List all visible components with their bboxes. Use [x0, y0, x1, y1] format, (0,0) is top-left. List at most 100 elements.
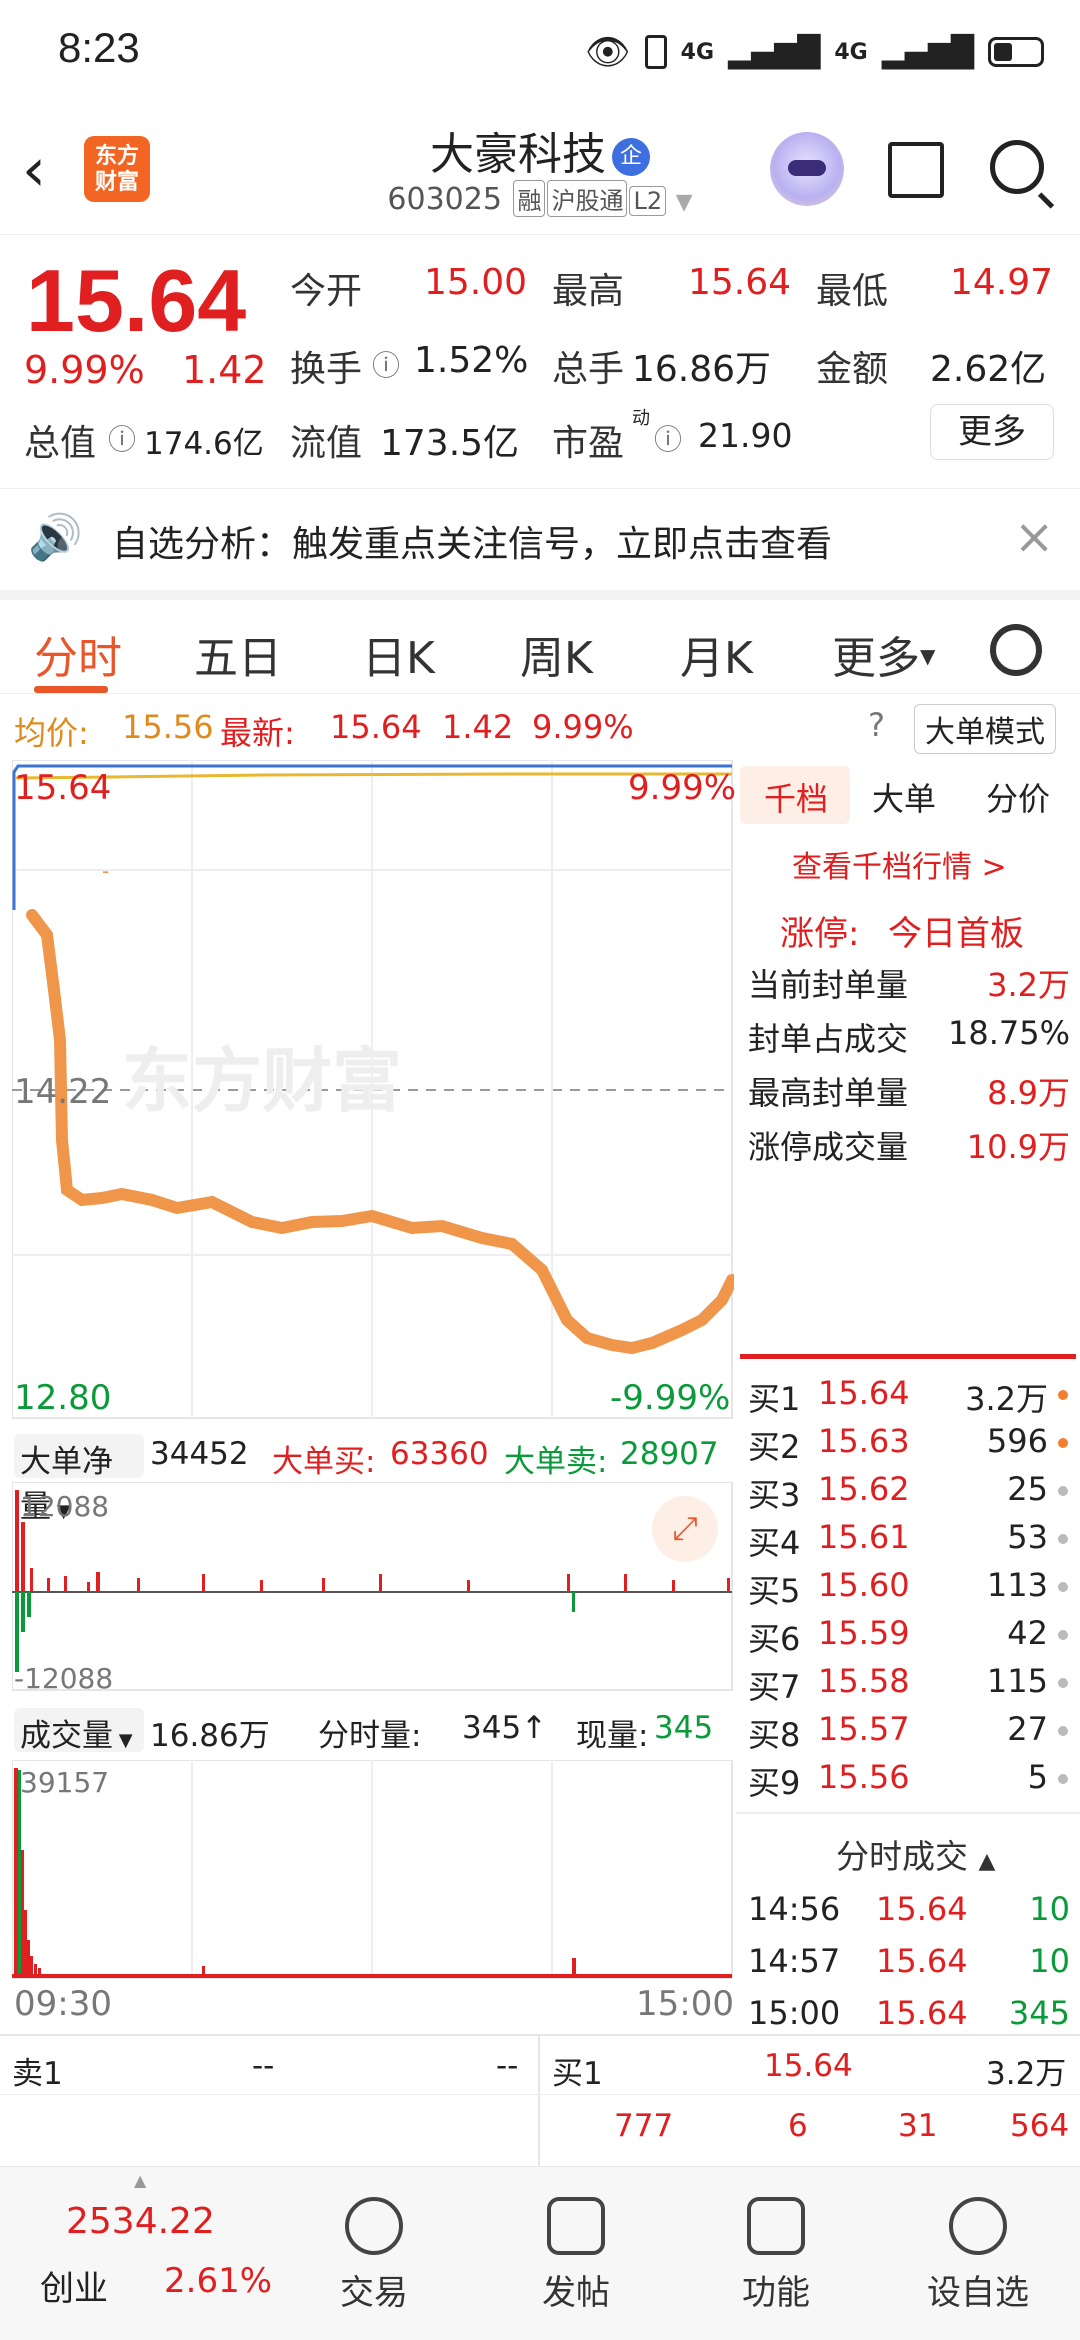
volume-chart [12, 1760, 733, 1979]
stat-label: 封单占成交 [748, 1020, 909, 1058]
bid-label: 买6 [748, 1620, 801, 1658]
speaker-icon: 🔊 [28, 512, 83, 563]
volume-label: 总手 [552, 349, 625, 390]
nav-add-watchlist[interactable]: 设自选 [898, 2197, 1058, 2314]
more-quote-button[interactable]: 更多 [930, 404, 1054, 460]
avg-price-line [15, 772, 732, 780]
volume-selector[interactable]: 成交量 ▼ [14, 1708, 144, 1754]
ai-assistant-icon[interactable] [770, 132, 844, 206]
intraday-chart[interactable]: 东方财富 - [12, 760, 734, 1420]
divider [0, 2034, 1080, 2036]
index-value[interactable]: 2534.22 [66, 2201, 215, 2242]
expand-icon[interactable]: ⤢ [652, 1496, 718, 1562]
bid-row[interactable]: 买7 15.58 115 [748, 1662, 1074, 1710]
bid-volume: 115 [986, 1662, 1048, 1700]
bid-list[interactable]: 买1 15.64 3.2万 买2 15.63 596 买3 15.62 25 买4 15.61 53 买… [736, 1374, 1080, 1810]
tab-intraday[interactable]: 分时 [34, 622, 122, 686]
arrow-up-icon: ↑ [521, 1710, 548, 1746]
index-name[interactable]: 创业 [40, 2261, 108, 2310]
tab-weekly-k[interactable]: 周K [520, 622, 593, 686]
bid-dot [1058, 1390, 1068, 1400]
bid-price: 15.59 [818, 1614, 910, 1652]
tick-row: 14:57 15.64 10 [748, 1942, 1074, 1990]
bid-row[interactable]: 买6 15.59 42 [748, 1614, 1074, 1662]
help-icon[interactable]: ? [868, 706, 885, 744]
enterprise-badge: 企 [612, 138, 650, 176]
tab-big-orders[interactable]: 大单 [872, 774, 936, 820]
bid-row[interactable]: 买4 15.61 53 [748, 1518, 1074, 1566]
market-cap-value: 174.6亿 [144, 426, 264, 462]
bid-row[interactable]: 买1 15.64 3.2万 [748, 1374, 1074, 1422]
fs-volume-value: 345↑ [462, 1710, 547, 1746]
caret-down-icon: ▼ [920, 644, 936, 668]
now-volume-value: 345 [654, 1710, 714, 1746]
latest-change: 1.42 [442, 708, 514, 746]
tab-more[interactable]: 更多▼ [832, 622, 935, 686]
bid-label: 买1 [748, 1380, 801, 1418]
caret-down-icon: ▼ [113, 1730, 133, 1751]
bid-dot [1058, 1678, 1068, 1688]
buy1-volume: 3.2万 [986, 2056, 1067, 2092]
gear-icon[interactable] [990, 624, 1042, 676]
chevron-down-icon: ▼ [675, 190, 693, 215]
chart-watermark: 东方财富 [122, 1040, 402, 1122]
nav-trade[interactable]: 交易 [294, 2197, 454, 2314]
open-value: 15.00 [424, 262, 528, 303]
nav-add-watchlist-label: 设自选 [927, 2273, 1029, 2313]
view-depth-link[interactable]: 查看千档行情 > [792, 842, 1007, 886]
bid-volume: 25 [1007, 1470, 1048, 1508]
ticks-title[interactable]: 分时成交 ▲ [836, 1830, 995, 1878]
open-label: 今开 [290, 271, 363, 312]
bid-label: 买3 [748, 1476, 801, 1514]
bid-row[interactable]: 买8 15.57 27 [748, 1710, 1074, 1758]
pct-label-top: 9.99% [628, 768, 737, 808]
tab-more-label: 更多 [832, 633, 920, 684]
fs-volume-label: 分时量: [318, 1718, 422, 1754]
share-icon[interactable] [888, 142, 944, 198]
tab-daily-k[interactable]: 日K [362, 622, 435, 686]
eye-icon: 👁 [584, 32, 631, 73]
bid-price: 15.56 [818, 1758, 910, 1796]
stat-row: 当前封单量 3.2万 [748, 960, 1074, 1008]
bid-row[interactable]: 买2 15.63 596 [748, 1422, 1074, 1470]
queue-order: 564 [1010, 2108, 1070, 2144]
bid-dot [1058, 1582, 1068, 1592]
chart-mark: - [102, 859, 109, 883]
tick-volume: 10 [1029, 1890, 1070, 1928]
bid-dot [1058, 1534, 1068, 1544]
signal-bars-icon: ▂▄▆█ [881, 34, 974, 70]
change-percent: 9.99% [24, 348, 145, 392]
nav-functions[interactable]: 功能 [696, 2197, 856, 2314]
bid-row[interactable]: 买5 15.60 113 [748, 1566, 1074, 1614]
nav-post-label: 发帖 [542, 2273, 610, 2313]
chevron-up-icon[interactable]: ▲ [134, 2171, 146, 2190]
close-icon[interactable]: × [1014, 509, 1054, 565]
index-pct[interactable]: 2.61% [164, 2261, 272, 2301]
bid-label: 买8 [748, 1716, 801, 1754]
bid-dot [1058, 1726, 1068, 1736]
y-label-mid: 14.22 [14, 1072, 112, 1112]
limit-up-value: 今日首板 [888, 914, 1024, 954]
stock-code: 603025 [387, 182, 502, 217]
tab-five-day[interactable]: 五日 [194, 622, 282, 686]
tab-price-dist[interactable]: 分价 [986, 774, 1050, 820]
tab-monthly-k[interactable]: 月K [680, 622, 753, 686]
tick-price: 15.64 [876, 1942, 968, 1980]
bid-price: 15.61 [818, 1518, 910, 1556]
info-icon[interactable]: ⓘ [108, 418, 136, 458]
tab-full-depth[interactable]: 千档 [764, 774, 828, 820]
bid-volume: 42 [1007, 1614, 1048, 1652]
battery-icon [988, 37, 1044, 67]
info-icon[interactable]: ⓘ [654, 418, 682, 458]
now-volume-label: 现量: [576, 1718, 649, 1754]
search-icon[interactable] [990, 140, 1044, 194]
bid-row[interactable]: 买9 15.56 5 [748, 1758, 1074, 1806]
notice-bar[interactable]: 🔊 自选分析：触发重点关注信号，立即点击查看 × [0, 488, 1080, 588]
bid-price: 15.64 [818, 1374, 910, 1412]
bid-price: 15.57 [818, 1710, 910, 1748]
big-order-mode-button[interactable]: 大单模式 [914, 704, 1056, 754]
nav-post[interactable]: 发帖 [496, 2197, 656, 2314]
big-order-selector[interactable]: 大单净量 ▼ [14, 1434, 144, 1525]
bid-row[interactable]: 买3 15.62 25 [748, 1470, 1074, 1518]
info-icon[interactable]: ⓘ [372, 344, 400, 384]
